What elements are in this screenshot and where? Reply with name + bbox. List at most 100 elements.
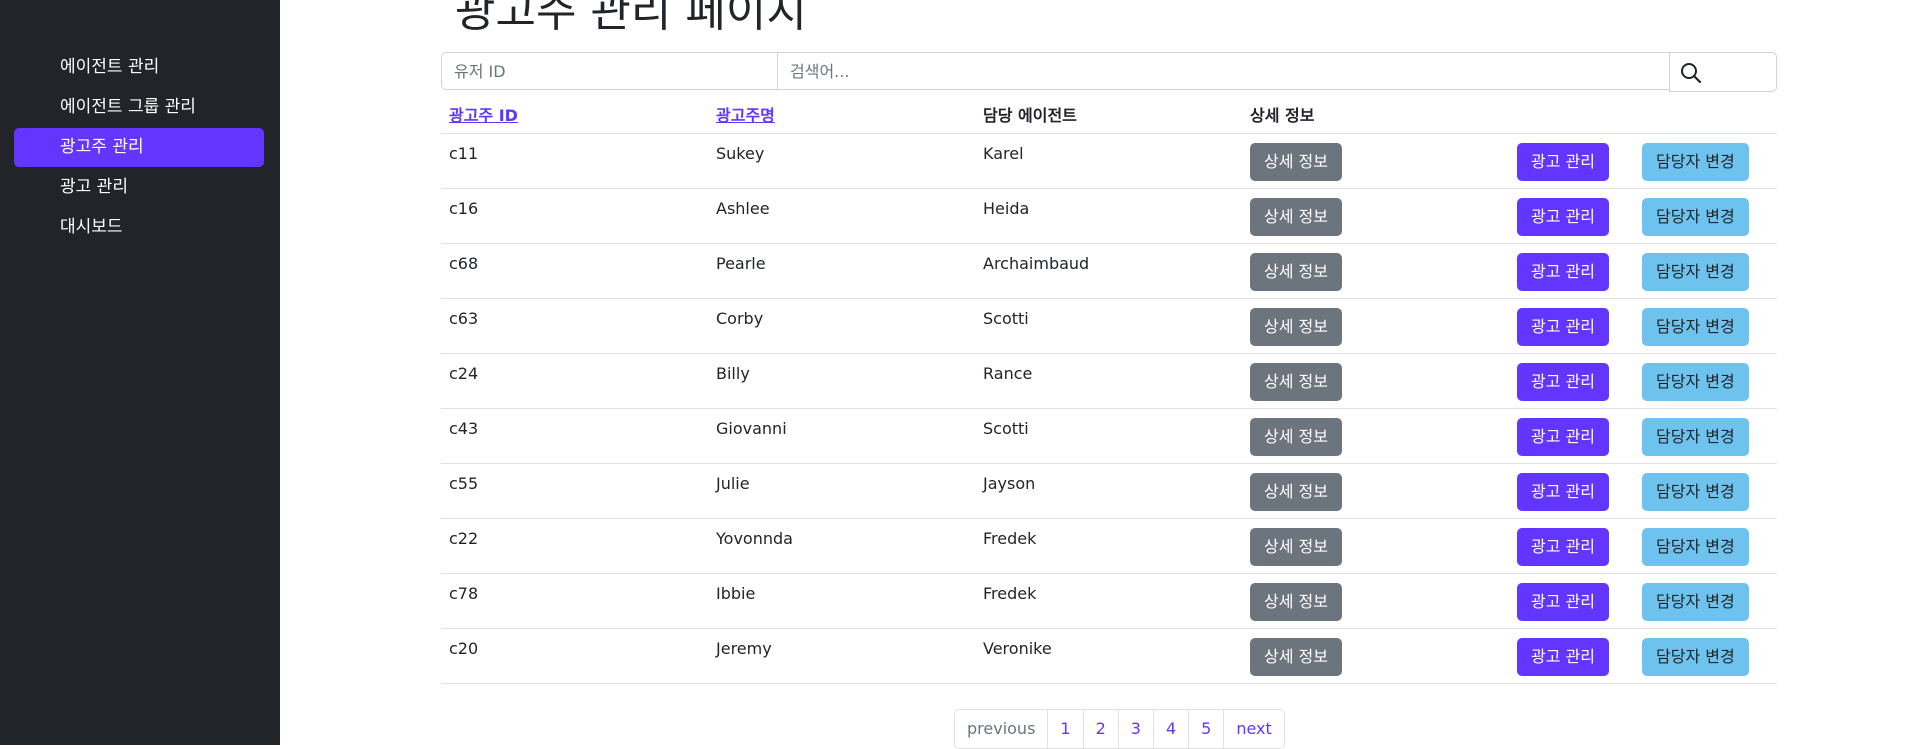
ad-management-button[interactable]: 광고 관리 bbox=[1517, 583, 1609, 621]
table-row: c78 Ibbie Fredek 상세 정보 광고 관리 담당자 변경 bbox=[441, 573, 1777, 629]
agent-cell: Karel bbox=[975, 133, 1242, 189]
table-row: c68 Pearle Archaimbaud 상세 정보 광고 관리 담당자 변경 bbox=[441, 243, 1777, 299]
column-header-advertiser-id[interactable]: 광고주 ID bbox=[441, 95, 708, 134]
advertiser-id-cell: c55 bbox=[441, 463, 708, 519]
ad-cell: 광고 관리 bbox=[1509, 243, 1634, 299]
sidebar-item-advertiser-management[interactable]: 광고주 관리 bbox=[14, 128, 264, 167]
pagination-next[interactable]: next bbox=[1223, 710, 1284, 748]
owner-cell: 담당자 변경 bbox=[1634, 243, 1777, 299]
pagination-page-4[interactable]: 4 bbox=[1152, 710, 1189, 748]
advertiser-name-cell: Ibbie bbox=[708, 573, 975, 629]
sort-link-advertiser-id[interactable]: 광고주 ID bbox=[449, 106, 518, 125]
detail-info-button[interactable]: 상세 정보 bbox=[1250, 363, 1342, 401]
agent-cell: Scotti bbox=[975, 298, 1242, 354]
sort-link-advertiser-name[interactable]: 광고주명 bbox=[716, 106, 775, 125]
detail-cell: 상세 정보 bbox=[1242, 243, 1509, 299]
detail-cell: 상세 정보 bbox=[1242, 133, 1509, 189]
table-row: c16 Ashlee Heida 상세 정보 광고 관리 담당자 변경 bbox=[441, 188, 1777, 244]
detail-info-button[interactable]: 상세 정보 bbox=[1250, 418, 1342, 456]
owner-cell: 담당자 변경 bbox=[1634, 298, 1777, 354]
table-header-row: 광고주 ID 광고주명 담당 에이전트 상세 정보 bbox=[441, 95, 1777, 134]
advertiser-id-cell: c20 bbox=[441, 628, 708, 684]
table-row: c43 Giovanni Scotti 상세 정보 광고 관리 담당자 변경 bbox=[441, 408, 1777, 464]
detail-info-button[interactable]: 상세 정보 bbox=[1250, 583, 1342, 621]
change-owner-button[interactable]: 담당자 변경 bbox=[1642, 363, 1749, 401]
detail-info-button[interactable]: 상세 정보 bbox=[1250, 143, 1342, 181]
advertiser-id-cell: c63 bbox=[441, 298, 708, 354]
ad-cell: 광고 관리 bbox=[1509, 188, 1634, 244]
agent-cell: Archaimbaud bbox=[975, 243, 1242, 299]
advertiser-id-cell: c22 bbox=[441, 518, 708, 574]
column-header-blank-1 bbox=[1509, 95, 1634, 134]
advertiser-id-cell: c43 bbox=[441, 408, 708, 464]
advertiser-name-cell: Yovonnda bbox=[708, 518, 975, 574]
ad-cell: 광고 관리 bbox=[1509, 408, 1634, 464]
pagination-page-3[interactable]: 3 bbox=[1117, 710, 1153, 748]
sidebar-item-agent-management[interactable]: 에이전트 관리 bbox=[14, 48, 264, 87]
agent-cell: Fredek bbox=[975, 518, 1242, 574]
owner-cell: 담당자 변경 bbox=[1634, 353, 1777, 409]
sidebar-item-agent-group-management[interactable]: 에이전트 그룹 관리 bbox=[14, 88, 264, 127]
table-row: c63 Corby Scotti 상세 정보 광고 관리 담당자 변경 bbox=[441, 298, 1777, 354]
table-row: c20 Jeremy Veronike 상세 정보 광고 관리 담당자 변경 bbox=[441, 628, 1777, 684]
detail-info-button[interactable]: 상세 정보 bbox=[1250, 198, 1342, 236]
detail-cell: 상세 정보 bbox=[1242, 353, 1509, 409]
change-owner-button[interactable]: 담당자 변경 bbox=[1642, 473, 1749, 511]
detail-cell: 상세 정보 bbox=[1242, 298, 1509, 354]
ad-cell: 광고 관리 bbox=[1509, 628, 1634, 684]
owner-cell: 담당자 변경 bbox=[1634, 573, 1777, 629]
detail-info-button[interactable]: 상세 정보 bbox=[1250, 473, 1342, 511]
detail-info-button[interactable]: 상세 정보 bbox=[1250, 308, 1342, 346]
search-button[interactable] bbox=[1669, 52, 1777, 92]
detail-cell: 상세 정보 bbox=[1242, 188, 1509, 244]
detail-cell: 상세 정보 bbox=[1242, 628, 1509, 684]
ad-management-button[interactable]: 광고 관리 bbox=[1517, 418, 1609, 456]
advertiser-name-cell: Giovanni bbox=[708, 408, 975, 464]
detail-info-button[interactable]: 상세 정보 bbox=[1250, 528, 1342, 566]
ad-management-button[interactable]: 광고 관리 bbox=[1517, 473, 1609, 511]
column-header-advertiser-name[interactable]: 광고주명 bbox=[708, 95, 975, 134]
ad-cell: 광고 관리 bbox=[1509, 573, 1634, 629]
change-owner-button[interactable]: 담당자 변경 bbox=[1642, 253, 1749, 291]
change-owner-button[interactable]: 담당자 변경 bbox=[1642, 638, 1749, 676]
advertiser-id-cell: c11 bbox=[441, 133, 708, 189]
ad-cell: 광고 관리 bbox=[1509, 353, 1634, 409]
ad-management-button[interactable]: 광고 관리 bbox=[1517, 308, 1609, 346]
ad-management-button[interactable]: 광고 관리 bbox=[1517, 198, 1609, 236]
pagination: previous 1 2 3 4 5 next bbox=[954, 709, 1285, 749]
pagination-page-5[interactable]: 5 bbox=[1188, 710, 1224, 748]
sidebar-item-dashboard[interactable]: 대시보드 bbox=[14, 208, 264, 247]
detail-cell: 상세 정보 bbox=[1242, 463, 1509, 519]
change-owner-button[interactable]: 담당자 변경 bbox=[1642, 198, 1749, 236]
advertiser-name-cell: Billy bbox=[708, 353, 975, 409]
advertiser-id-cell: c16 bbox=[441, 188, 708, 244]
change-owner-button[interactable]: 담당자 변경 bbox=[1642, 418, 1749, 456]
ad-management-button[interactable]: 광고 관리 bbox=[1517, 253, 1609, 291]
search-icon bbox=[1681, 63, 1702, 84]
sidebar-item-ad-management[interactable]: 광고 관리 bbox=[14, 168, 264, 207]
change-owner-button[interactable]: 담당자 변경 bbox=[1642, 528, 1749, 566]
ad-management-button[interactable]: 광고 관리 bbox=[1517, 143, 1609, 181]
advertiser-id-cell: c68 bbox=[441, 243, 708, 299]
change-owner-button[interactable]: 담당자 변경 bbox=[1642, 143, 1749, 181]
ad-management-button[interactable]: 광고 관리 bbox=[1517, 528, 1609, 566]
advertiser-id-cell: c78 bbox=[441, 573, 708, 629]
ad-cell: 광고 관리 bbox=[1509, 463, 1634, 519]
agent-cell: Heida bbox=[975, 188, 1242, 244]
table-row: c24 Billy Rance 상세 정보 광고 관리 담당자 변경 bbox=[441, 353, 1777, 409]
user-id-input[interactable] bbox=[441, 52, 778, 90]
table-row: c22 Yovonnda Fredek 상세 정보 광고 관리 담당자 변경 bbox=[441, 518, 1777, 574]
table-row: c55 Julie Jayson 상세 정보 광고 관리 담당자 변경 bbox=[441, 463, 1777, 519]
detail-info-button[interactable]: 상세 정보 bbox=[1250, 638, 1342, 676]
search-keyword-input[interactable] bbox=[777, 52, 1670, 90]
ad-management-button[interactable]: 광고 관리 bbox=[1517, 363, 1609, 401]
change-owner-button[interactable]: 담당자 변경 bbox=[1642, 308, 1749, 346]
pagination-previous[interactable]: previous bbox=[955, 710, 1048, 748]
advertiser-id-cell: c24 bbox=[441, 353, 708, 409]
column-header-agent: 담당 에이전트 bbox=[975, 95, 1242, 134]
change-owner-button[interactable]: 담당자 변경 bbox=[1642, 583, 1749, 621]
pagination-page-1[interactable]: 1 bbox=[1047, 710, 1083, 748]
detail-info-button[interactable]: 상세 정보 bbox=[1250, 253, 1342, 291]
ad-management-button[interactable]: 광고 관리 bbox=[1517, 638, 1609, 676]
pagination-page-2[interactable]: 2 bbox=[1082, 710, 1118, 748]
